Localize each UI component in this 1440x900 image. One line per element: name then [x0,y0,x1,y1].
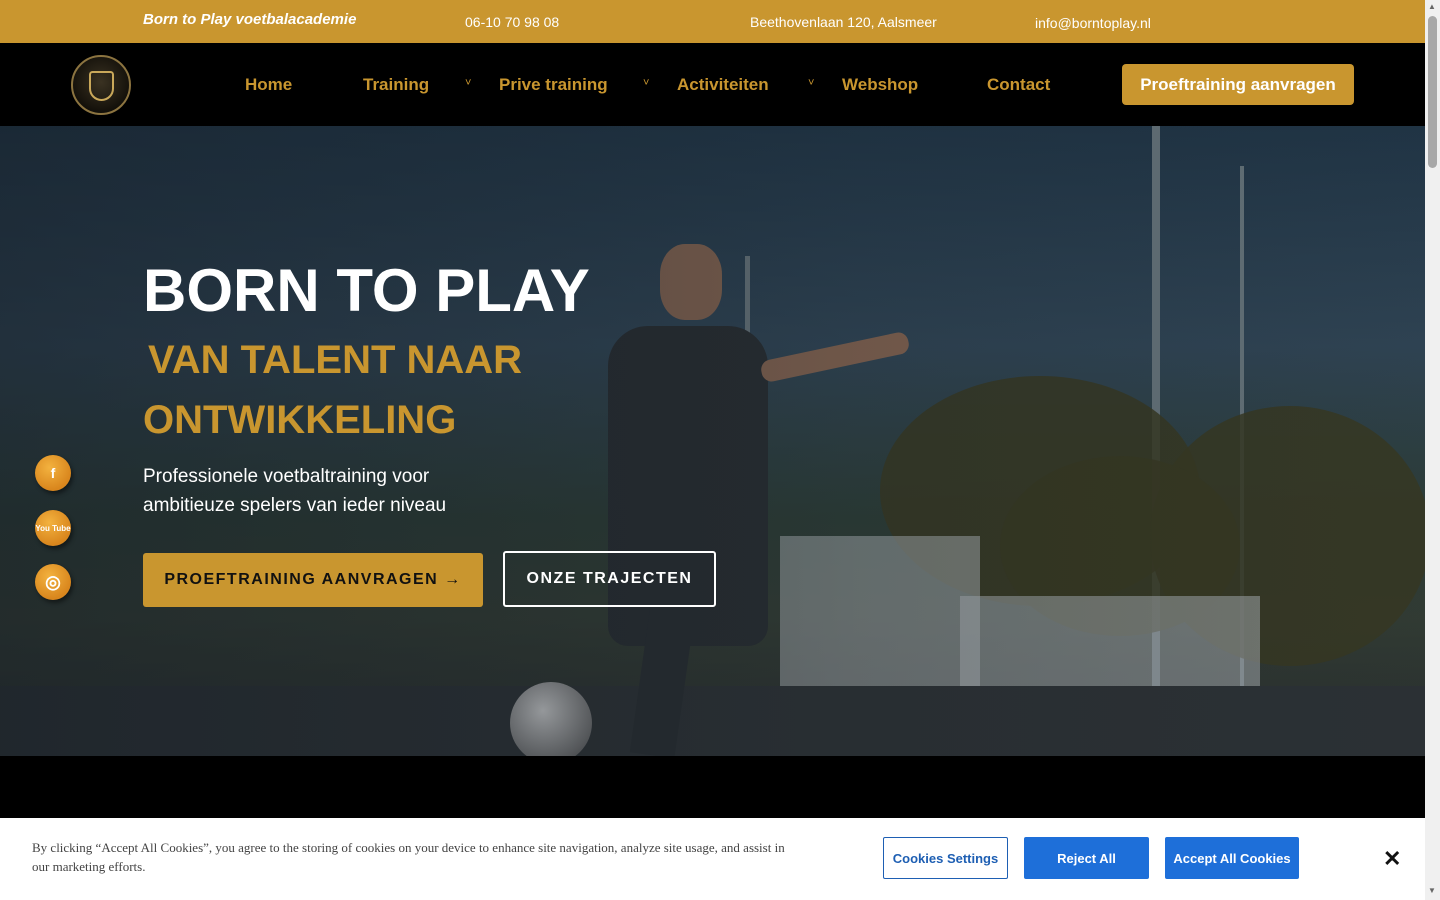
cookie-banner: By clicking “Accept All Cookies”, you ag… [0,818,1425,900]
reject-all-button[interactable]: Reject All [1024,837,1149,879]
email-link[interactable]: info@borntoplay.nl [1035,15,1151,31]
phone-link[interactable]: 06-10 70 98 08 [465,14,559,30]
proeftraining-hero-button[interactable]: PROEFTRAINING AANVRAGEN → [143,553,483,607]
chevron-down-icon[interactable]: ˅ [808,77,814,89]
brand-tagline: Born to Play voetbalacademie [143,11,357,28]
logo-shield [89,71,114,101]
hero-section: BORN TO PLAY VAN TALENT NAAR ONTWIKKELIN… [0,126,1425,756]
scroll-up-icon[interactable]: ▲ [1428,2,1436,11]
accept-all-cookies-button[interactable]: Accept All Cookies [1165,837,1299,879]
nav-home[interactable]: Home [245,75,292,95]
close-icon[interactable]: ✕ [1383,846,1401,872]
onze-trajecten-button[interactable]: ONZE TRAJECTEN [503,551,716,607]
main-navbar: Home Training ˅ Prive training ˅ Activit… [0,43,1425,126]
nav-webshop[interactable]: Webshop [842,75,918,95]
cookie-consent-text: By clicking “Accept All Cookies”, you ag… [32,840,785,874]
hero-lead-text: Professionele voetbaltraining voor ambit… [143,466,447,516]
cookies-settings-button[interactable]: Cookies Settings [883,837,1008,879]
youtube-icon[interactable]: You Tube [35,510,71,546]
logo-icon[interactable] [71,55,131,115]
proeftraining-nav-button[interactable]: Proeftraining aanvragen [1122,64,1354,105]
nav-contact[interactable]: Contact [987,75,1050,95]
hero-subtitle-line1: VAN TALENT NAAR [148,338,523,382]
page-scrollbar[interactable]: ▲ ▼ [1425,0,1440,900]
hero-title: BORN TO PLAY [143,257,590,324]
chevron-down-icon[interactable]: ˅ [643,77,649,89]
hero-subtitle-line2: ONTWIKKELING [143,398,457,442]
scroll-down-icon[interactable]: ▼ [1428,886,1436,895]
nav-prive-training[interactable]: Prive training [499,75,608,95]
chevron-down-icon[interactable]: ˅ [465,77,471,89]
instagram-icon[interactable]: ◎ [35,564,71,600]
nav-activiteiten[interactable]: Activiteiten [677,75,769,95]
top-contact-bar: Born to Play voetbalacademie 06-10 70 98… [0,0,1425,43]
nav-training[interactable]: Training [363,75,429,95]
address-text: Beethovenlaan 120, Aalsmeer [750,14,937,30]
scrollbar-thumb[interactable] [1428,16,1437,168]
facebook-icon[interactable]: f [35,455,71,491]
